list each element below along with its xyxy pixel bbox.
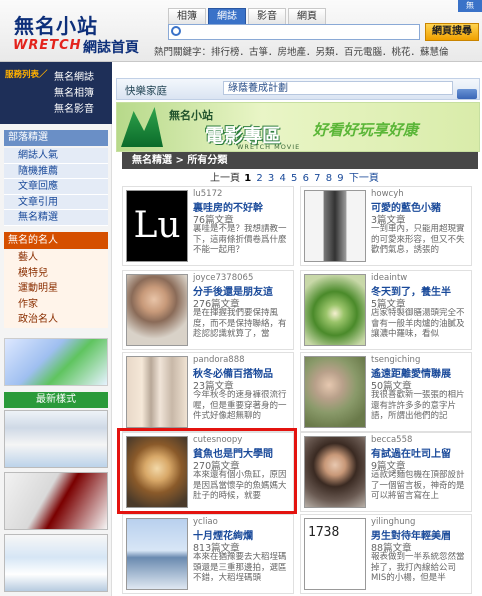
breadcrumb: 無名精選 > 所有分類 — [122, 152, 478, 169]
famous-writer[interactable]: 作家 — [4, 297, 108, 313]
pager-page[interactable]: 5 — [291, 173, 297, 184]
family-label[interactable]: 快樂家庭 — [125, 83, 167, 98]
tab-video[interactable]: 影音 — [248, 8, 286, 24]
blog-excerpt: 是在揮握我們要保持風度，而不是保持聯絡，有趁認認識就算了，當 — [193, 308, 287, 339]
blog-author[interactable]: lu5172 — [193, 189, 222, 199]
pager-page[interactable]: 7 — [314, 173, 320, 184]
blog-excerpt: 本來在猶豫要去大稻埕碼頭還是三重那邊拍，選區不錯，大稻埕碼頭 — [193, 552, 287, 583]
plan-select[interactable]: 綠蔭養成計劃 — [223, 81, 453, 95]
site-logo[interactable]: 無名小站 — [14, 10, 98, 39]
blog-excerpt: 報表做到一半系統忽然當掉了，我打內線給公司MIS的小楊，但是半 — [371, 552, 465, 583]
wretch-logo[interactable]: WRETCH — [13, 38, 82, 53]
service-video[interactable]: 無名影音 — [54, 100, 94, 115]
service-blog[interactable]: 無名網誌 — [54, 68, 94, 83]
blog-thumbnail[interactable] — [126, 518, 188, 590]
blog-card[interactable]: ideaintw 冬天到了，養生半 5篇文章 店家特製御膳湯頭完全不會有一般羊肉… — [300, 270, 472, 350]
latest-style-thumb[interactable] — [4, 410, 108, 468]
pager-page[interactable]: 8 — [326, 173, 332, 184]
site-header: 無名小站 WRETCH 網誌首頁 相簿 網誌 影音 網頁 網頁搜尋 熱門關鍵字：… — [0, 0, 482, 62]
category-trackback[interactable]: 文章引用 — [4, 194, 108, 210]
blog-card[interactable]: tsengiching 遙遠距離愛情聯展 50篇文章 我很喜歡新一張張的相片還有… — [300, 352, 472, 432]
blog-author[interactable]: ycliao — [193, 517, 218, 527]
service-list-label: 服務列表／ — [5, 70, 48, 80]
blog-card[interactable]: 1738 yilinghung 男生對待年輕美眉 88篇文章 報表做到一半系統忽… — [300, 514, 472, 594]
category-popular[interactable]: 網誌人氣 — [4, 148, 108, 164]
hot-keywords[interactable]: 熱門關鍵字：排行榜．古箏．房地產．另類．百元電腦．桃花．蘇慧倫 — [154, 44, 480, 58]
tab-web[interactable]: 網頁 — [288, 8, 326, 24]
famous-model[interactable]: 模特兒 — [4, 266, 108, 282]
latest-style-thumb[interactable] — [4, 472, 108, 530]
search-button[interactable]: 網頁搜尋 — [425, 23, 479, 41]
blog-excerpt: 這款烤麵包機在頂部設計了一個留言板，神奇的是可以將留言寫在上 — [371, 470, 465, 501]
blog-excerpt: 一到車內，只能用超現實的可愛來形容，但又不失歡們氣息，誘張的 — [371, 224, 465, 255]
banner-movie: WRETCH MOVIE — [237, 143, 301, 151]
category-random[interactable]: 隨機推薦 — [4, 163, 108, 179]
blog-excerpt: 店家特製御膳湯頭完全不會有一般羊肉爐的油膩及讓濃中羅味，看似 — [371, 308, 465, 339]
famous-artist[interactable]: 藝人 — [4, 250, 108, 266]
promo-banner[interactable] — [4, 338, 108, 386]
famous-politician[interactable]: 政治名人 — [4, 312, 108, 328]
blog-home-title: 網誌首頁 — [83, 40, 139, 56]
category-featured[interactable]: 無名精選 — [4, 210, 108, 226]
service-list: 服務列表／ 無名網誌 無名相簿 無名影音 — [0, 62, 112, 124]
selection-highlight — [117, 428, 297, 514]
sidebar: 服務列表／ 無名網誌 無名相簿 無名影音 部落精選 網誌人氣 隨機推薦 文章回應… — [0, 62, 112, 596]
blog-author[interactable]: becca558 — [371, 435, 412, 445]
blog-thumbnail[interactable]: 1738 — [304, 518, 366, 590]
family-bar: 快樂家庭 綠蔭養成計劃 — [116, 78, 480, 100]
blog-thumbnail[interactable] — [126, 356, 188, 428]
blog-author[interactable]: joyce7378065 — [193, 273, 253, 283]
blog-card[interactable]: Lu lu5172 裏哇房的不好幹 76篇文章 裏哇是不是？我想請教一下，這兩條… — [122, 186, 294, 266]
latest-style-title: 最新樣式 — [4, 392, 108, 408]
chevron-down-icon[interactable] — [457, 89, 477, 99]
blog-author[interactable]: pandora888 — [193, 355, 245, 365]
service-album[interactable]: 無名相簿 — [54, 84, 94, 99]
category-replies[interactable]: 文章回應 — [4, 179, 108, 195]
search-input[interactable] — [168, 24, 420, 40]
blog-thumbnail[interactable] — [126, 274, 188, 346]
mountain-logo-icon — [121, 107, 163, 147]
corner-label[interactable]: 無 — [458, 0, 482, 12]
pager-page[interactable]: 3 — [268, 173, 274, 184]
search-tabs: 相簿 網誌 影音 網頁 — [168, 8, 328, 24]
movie-banner[interactable]: 無名小站 電影專區 WRETCH MOVIE 好看好玩享好康 — [116, 102, 480, 152]
blog-card[interactable]: joyce7378065 分手後還是朋友這 276篇文章 是在揮握我們要保持風度… — [122, 270, 294, 350]
blog-card[interactable]: becca558 有試過在吐司上留 9篇文章 這款烤麵包機在頂部設計了一個留言板… — [300, 432, 472, 512]
blog-card[interactable]: pandora888 秋冬必備百搭物品 23篇文章 今年秋冬的速身褲很流行喔，但… — [122, 352, 294, 432]
pager-page[interactable]: 9 — [337, 173, 343, 184]
category-list: 網誌人氣 隨機推薦 文章回應 文章引用 無名精選 — [4, 148, 108, 226]
blog-card[interactable]: howcyh 可愛的藍色小豬 3篇文章 一到車內，只能用超現實的可愛來形容，但又… — [300, 186, 472, 266]
pagination: 上一頁 1 2 3 4 5 6 7 8 9 下一頁 — [210, 169, 380, 184]
latest-style-thumb[interactable] — [4, 534, 108, 592]
blog-author[interactable]: yilinghung — [371, 517, 415, 527]
pager-prev[interactable]: 上一頁 — [210, 173, 240, 184]
pager-page[interactable]: 1 — [244, 173, 251, 184]
blog-excerpt: 我很喜歡新一張張的相片還有許許多多的意字片語，所謂出他們的記 — [371, 390, 465, 421]
blog-thumbnail[interactable]: Lu — [126, 190, 188, 262]
blog-card[interactable]: ycliao 十月煙花絢爛 813篇文章 本來在猶豫要去大稻埕碼頭還是三重那邊拍… — [122, 514, 294, 594]
blog-author[interactable]: ideaintw — [371, 273, 407, 283]
blog-author[interactable]: tsengiching — [371, 355, 420, 365]
blog-thumbnail[interactable] — [304, 356, 366, 428]
pager-page[interactable]: 2 — [256, 173, 262, 184]
famous-list: 藝人 模特兒 運動明星 作家 政治名人 — [4, 250, 108, 328]
famous-athlete[interactable]: 運動明星 — [4, 281, 108, 297]
pager-next[interactable]: 下一頁 — [349, 173, 379, 184]
search-icon — [171, 26, 181, 36]
famous-title: 無名的名人 — [4, 232, 108, 249]
pager-page[interactable]: 6 — [303, 173, 309, 184]
blog-excerpt: 今年秋冬的速身褲很流行喔，但是重要穿著身的一件式好像超無聊的 — [193, 390, 287, 421]
blog-thumbnail[interactable] — [304, 436, 366, 508]
tab-blog[interactable]: 網誌 — [208, 8, 246, 24]
banner-slogan: 好看好玩享好康 — [313, 121, 419, 139]
blog-excerpt: 裏哇是不是？我想請教一下，這兩條折價卷爲什麼不能一起用？ — [193, 224, 287, 255]
pager-page[interactable]: 4 — [279, 173, 285, 184]
blog-author[interactable]: howcyh — [371, 189, 404, 199]
tab-album[interactable]: 相簿 — [168, 8, 206, 24]
blog-thumbnail[interactable] — [304, 274, 366, 346]
blog-thumbnail[interactable] — [304, 190, 366, 262]
category-title: 部落精選 — [4, 130, 108, 146]
